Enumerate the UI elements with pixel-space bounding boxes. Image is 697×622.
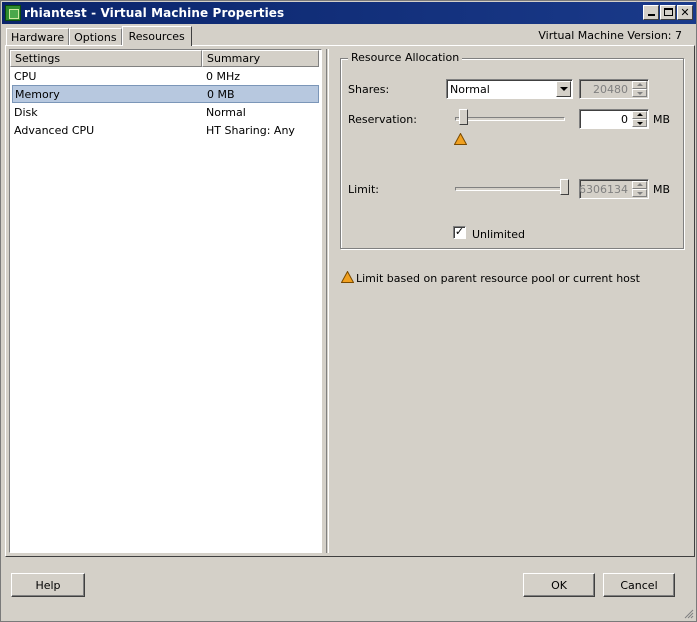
arrow-up-icon: [637, 183, 643, 186]
limit-unit: MB: [653, 183, 671, 196]
setting-name: Disk: [14, 105, 38, 119]
reservation-stepper[interactable]: 0: [579, 109, 649, 129]
minimize-button[interactable]: [643, 5, 659, 20]
reservation-unit: MB: [653, 113, 671, 126]
stepper-down-button[interactable]: [632, 119, 647, 127]
help-button[interactable]: Help: [11, 573, 85, 597]
shares-number-stepper[interactable]: 20480: [579, 79, 649, 99]
limit-slider-thumb[interactable]: [560, 179, 569, 200]
setting-name: Advanced CPU: [14, 123, 95, 137]
title-bar[interactable]: rhiantest - Virtual Machine Properties ✕: [2, 2, 696, 24]
setting-summary: 0 MB: [207, 87, 235, 101]
resize-grip-icon[interactable]: [682, 607, 694, 619]
shares-selected-value: Normal: [450, 83, 490, 96]
column-header-settings[interactable]: Settings: [10, 50, 202, 67]
tab-label: Hardware: [11, 31, 65, 44]
splitter[interactable]: [326, 49, 329, 553]
properties-window: rhiantest - Virtual Machine Properties ✕…: [0, 0, 697, 622]
column-header-summary[interactable]: Summary: [202, 50, 319, 67]
stepper-up-button[interactable]: [632, 181, 647, 189]
tab-label: Options: [74, 31, 117, 44]
arrow-down-icon: [637, 192, 643, 195]
setting-name: CPU: [14, 69, 37, 83]
ok-button[interactable]: OK: [523, 573, 595, 597]
resources-panel: Settings Summary CPU 0 MHz Memory 0 MB D…: [5, 45, 695, 557]
close-icon: ✕: [680, 6, 690, 19]
cancel-button[interactable]: Cancel: [603, 573, 675, 597]
unlimited-label[interactable]: Unlimited: [472, 228, 525, 241]
tab-strip: Hardware Options Resources: [6, 26, 192, 46]
list-item-cpu[interactable]: CPU 0 MHz: [10, 67, 321, 85]
button-label: OK: [551, 578, 567, 592]
shares-label: Shares:: [348, 83, 390, 96]
limit-slider-track[interactable]: [455, 187, 565, 191]
chevron-down-icon: [560, 87, 568, 91]
reservation-value: 0: [621, 113, 628, 126]
list-item-disk[interactable]: Disk Normal: [10, 103, 321, 121]
limit-note-text: Limit based on parent resource pool or c…: [356, 272, 640, 285]
setting-summary: Normal: [206, 105, 246, 119]
setting-name: Memory: [15, 87, 60, 101]
setting-summary: HT Sharing: Any: [206, 123, 295, 137]
limit-value: 6306134: [579, 183, 628, 196]
shares-dropdown[interactable]: Normal: [446, 79, 573, 99]
arrow-up-icon: [637, 83, 643, 86]
reservation-label: Reservation:: [348, 113, 417, 126]
list-item-memory[interactable]: Memory 0 MB: [12, 85, 319, 103]
window-controls: ✕: [642, 5, 693, 20]
window-title: rhiantest - Virtual Machine Properties: [24, 6, 285, 20]
tab-hardware[interactable]: Hardware: [6, 28, 70, 46]
shares-number-value: 20480: [593, 83, 628, 96]
dropdown-button[interactable]: [556, 81, 571, 97]
arrow-up-icon: [637, 113, 643, 116]
maximize-icon: [664, 8, 673, 16]
setting-summary: 0 MHz: [206, 69, 241, 83]
list-item-advanced-cpu[interactable]: Advanced CPU HT Sharing: Any: [10, 121, 321, 139]
limit-stepper[interactable]: 6306134: [579, 179, 649, 199]
reservation-slider-thumb[interactable]: [459, 109, 468, 130]
group-title: Resource Allocation: [348, 51, 463, 64]
minimize-icon: [648, 14, 655, 16]
button-label: Help: [35, 578, 61, 592]
warning-icon: [454, 133, 467, 145]
stepper-up-button[interactable]: [632, 81, 647, 89]
unlimited-checkbox[interactable]: ✓: [453, 226, 466, 239]
maximize-button[interactable]: [660, 5, 676, 20]
stepper-down-button[interactable]: [632, 189, 647, 197]
arrow-down-icon: [637, 92, 643, 95]
vm-version-label: Virtual Machine Version: 7: [538, 29, 682, 42]
stepper-up-button[interactable]: [632, 111, 647, 119]
vm-app-icon: [5, 5, 21, 21]
warning-icon: [341, 271, 354, 283]
limit-label: Limit:: [348, 183, 379, 196]
tab-label: Resources: [128, 30, 185, 43]
button-label: Cancel: [620, 578, 658, 592]
tab-resources[interactable]: Resources: [121, 26, 192, 46]
arrow-down-icon: [637, 122, 643, 125]
stepper-down-button[interactable]: [632, 89, 647, 97]
close-button[interactable]: ✕: [677, 5, 693, 20]
settings-list: Settings Summary CPU 0 MHz Memory 0 MB D…: [9, 49, 322, 553]
tab-options[interactable]: Options: [69, 28, 122, 46]
list-header: Settings Summary: [10, 50, 321, 67]
reservation-slider-track[interactable]: [455, 117, 565, 121]
